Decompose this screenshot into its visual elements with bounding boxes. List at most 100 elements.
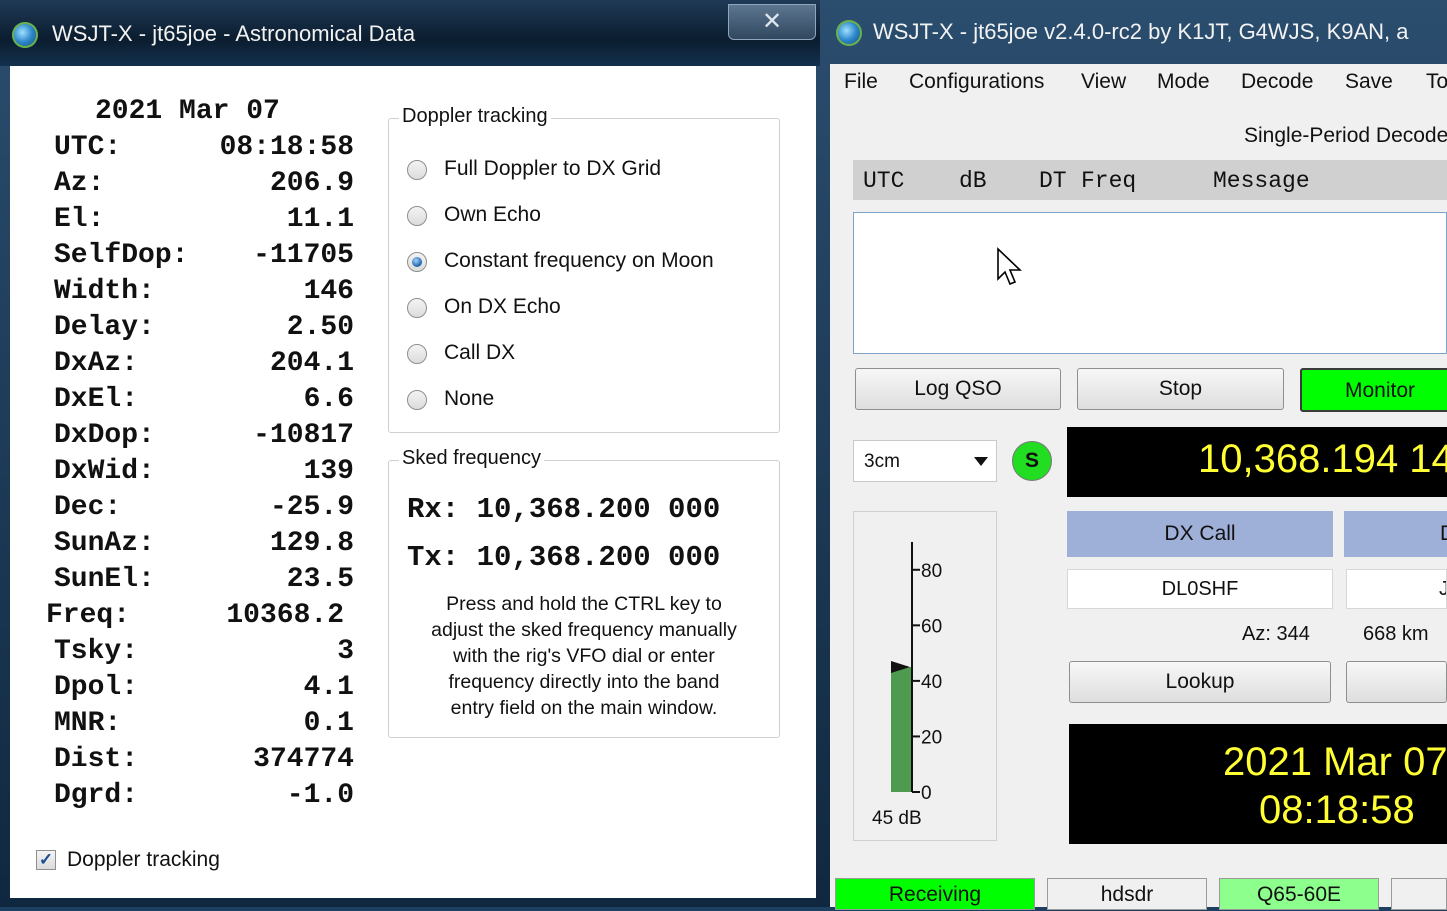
header-db: dB [959,168,987,194]
azimuth-readout: Az: 344 [1242,623,1310,645]
astro-row-el: El: 11.1 [54,204,354,240]
sked-frequency-group: Sked frequency Rx: 10,368.200 000 Tx: 10… [388,447,780,738]
astro-row-label: Dgrd: [54,780,139,811]
band-select[interactable]: 3cm [853,440,997,482]
status-rig: hdsdr [1047,878,1207,910]
menu-decode[interactable]: Decode [1241,70,1313,94]
astro-row-dec: Dec: -25.9 [54,492,354,528]
menu-bar: File Configurations View Mode Decode Sav… [830,64,1447,102]
mouse-cursor-icon [997,247,1022,286]
menu-configurations[interactable]: Configurations [909,70,1044,94]
main-titlebar[interactable]: WSJT-X - jt65joe v2.4.0-rc2 by K1JT, G4W… [820,0,1447,64]
main-client-area: Single-Period Decode UTC dB DT Freq Mess… [830,102,1447,910]
lookup-button[interactable]: Lookup [1069,661,1331,703]
dx-call-field[interactable]: DL0SHF [1067,569,1333,609]
meter-tick-label: 0 [921,783,932,802]
radio-button[interactable] [407,252,427,272]
menu-view[interactable]: View [1081,70,1126,94]
sked-note-line: with the rig's VFO dial or enter [453,645,715,667]
astro-row-az: Az: 206.9 [54,168,354,204]
chevron-down-icon [974,457,988,466]
main-window-title: WSJT-X - jt65joe v2.4.0-rc2 by K1JT, G4W… [873,19,1409,44]
menu-tools[interactable]: To [1426,70,1447,94]
doppler-option-label: Full Doppler to DX Grid [444,157,662,180]
status-receiving: Receiving [835,878,1035,910]
doppler-tracking-checkbox[interactable]: ✓ [36,850,56,870]
astro-row-value: 204.1 [269,348,354,379]
astro-row-value: -1.0 [286,780,354,811]
menu-mode[interactable]: Mode [1157,70,1210,94]
doppler-option-label: Call DX [444,341,516,364]
astro-client-area: 2021 Mar 07 UTC: 08:18:58 Az: 206.9 El: 11.1 S… [10,66,816,898]
dx-grid-field[interactable]: J [1346,569,1447,609]
dx-grid-label: D [1344,511,1447,557]
astro-row-label: Delay: [54,312,155,343]
astro-row-selfdop: SelfDop: -11705 [54,240,354,276]
astro-row-label: Dist: [54,744,139,775]
menu-save[interactable]: Save [1345,70,1393,94]
dx-grid-field-text: J [1439,570,1446,608]
astro-row-value: 10368.2 [226,600,344,631]
astro-row-label: MNR: [54,708,122,739]
meter-tick-label: 80 [921,561,942,582]
radio-button[interactable] [407,206,427,226]
dx-grid-label-text: D [1440,511,1447,557]
sked-note-line: frequency directly into the band [448,671,720,693]
astro-row-label: Width: [54,276,155,307]
doppler-option-label: Constant frequency on Moon [444,249,714,272]
wsjtx-app-icon [12,22,38,48]
frequency-readout: 10,368.194 14 [1198,437,1447,481]
astro-row-label: Dec: [54,492,122,523]
add-button[interactable] [1346,661,1447,703]
signal-meter-scale: 80 60 40 20 0 [891,542,942,802]
astro-row-value: -10817 [253,420,354,451]
astro-row-value: 11.1 [286,204,354,235]
monitor-button[interactable]: Monitor [1300,368,1447,412]
header-message: Message [1213,168,1310,194]
astro-row-value: 146 [303,276,354,307]
close-icon[interactable]: ✕ [728,4,816,40]
astro-titlebar[interactable]: WSJT-X - jt65joe - Astronomical Data [0,0,820,66]
astro-row-value: 0.1 [303,708,354,739]
astro-row-label: UTC: [54,132,122,163]
doppler-option-label: None [444,387,495,410]
s-status-badge[interactable]: S [1012,441,1052,481]
astro-row-label: Tsky: [54,636,139,667]
decode-text-area[interactable] [853,212,1447,354]
radio-button[interactable] [407,160,427,180]
header-dt: DT [1039,168,1067,194]
astro-row-label: SunAz: [54,528,155,559]
astro-date: 2021 Mar 07 [95,96,280,127]
astro-row-utc: UTC: 08:18:58 [54,132,354,168]
astro-row-delay: Delay: 2.50 [54,312,354,348]
astro-row-value: 23.5 [286,564,354,595]
astro-row-label: DxAz: [54,348,139,379]
astro-row-value: 129.8 [269,528,354,559]
clock-time: 08:18:58 [1259,788,1415,832]
astro-row-value: 139 [303,456,354,487]
stop-button[interactable]: Stop [1077,368,1284,410]
main-window: WSJT-X - jt65joe v2.4.0-rc2 by K1JT, G4W… [820,0,1447,910]
astro-row-value: -25.9 [269,492,354,523]
signal-meter-readout: 45 dB [872,808,922,829]
sked-rx-frequency: Rx: 10,368.200 000 [407,493,721,526]
radio-button[interactable] [407,344,427,364]
doppler-tracking-group-title: Doppler tracking [399,105,551,128]
radio-button[interactable] [407,390,427,410]
log-qso-button[interactable]: Log QSO [855,368,1061,410]
meter-tick-label: 60 [921,616,942,637]
clock-display: 2021 Mar 07 08:18:58 [1069,724,1447,844]
sked-note-line: entry field on the main window. [450,697,718,719]
doppler-option-label: Own Echo [444,203,541,226]
astro-row-value: 206.9 [269,168,354,199]
header-freq: Freq [1081,168,1137,194]
sked-tx-frequency: Tx: 10,368.200 000 [407,541,721,574]
radio-button[interactable] [407,298,427,318]
astro-row-label: El: [54,204,105,235]
astro-row-sunel: SunEl: 23.5 [54,564,354,600]
menu-file[interactable]: File [844,70,878,94]
astro-row-dxel: DxEl: 6.6 [54,384,354,420]
astro-row-label: DxEl: [54,384,139,415]
astro-row-value: 6.6 [303,384,354,415]
astro-row-width: Width: 146 [54,276,354,312]
